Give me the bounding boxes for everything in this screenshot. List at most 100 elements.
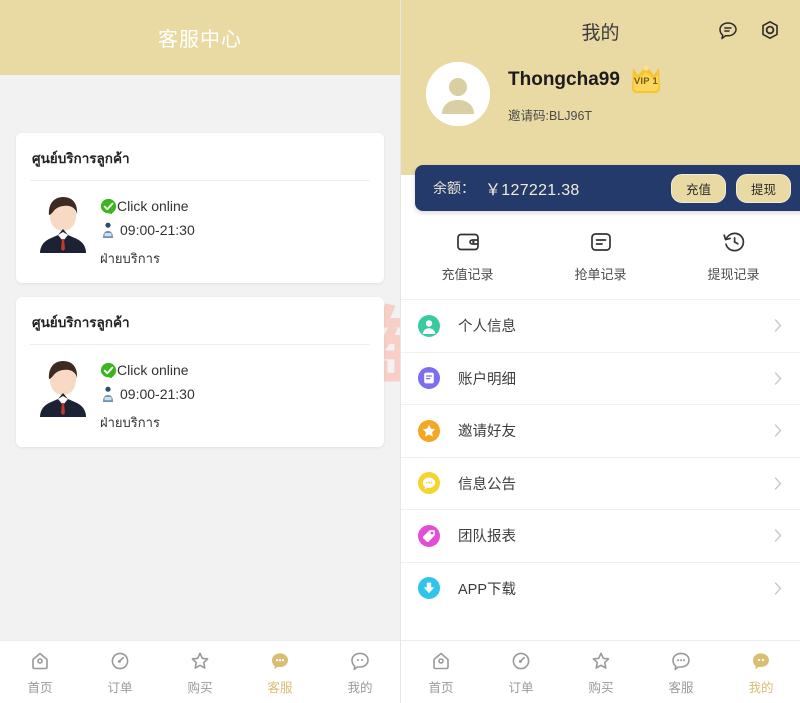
- tab-service[interactable]: 客服: [641, 641, 721, 703]
- service-card-body: Click online 09:00-21:30 ฝ่ายบริการ: [16, 181, 384, 269]
- message-bubble-icon[interactable]: [716, 19, 740, 43]
- clock-order-icon: [512, 652, 530, 669]
- shortcut-order-records[interactable]: 抢单记录: [534, 229, 667, 283]
- tab-label: 我的: [748, 680, 774, 695]
- tab-orders[interactable]: 订单: [80, 641, 160, 703]
- profile-header: 我的: [401, 0, 800, 62]
- online-status-row[interactable]: Click online: [100, 358, 195, 382]
- profile-chat-icon: [351, 652, 369, 670]
- username-row: Thongcha99 VIP 1: [508, 64, 665, 96]
- home-icon: [32, 652, 48, 669]
- tab-home[interactable]: 首页: [401, 641, 481, 703]
- green-check-icon: [100, 362, 117, 378]
- tab-label: 客服: [668, 680, 694, 695]
- star-icon: [191, 652, 209, 669]
- profile-panel: 我的 Thongcha99 VIP 1 邀请码:BLJ96T 余额： ￥1272…: [400, 0, 800, 703]
- menu-item-personal-info[interactable]: 个人信息: [401, 299, 800, 352]
- service-card-title: ศูนย์บริการลูกค้า: [32, 315, 130, 330]
- profile-chat-icon: [753, 652, 769, 669]
- menu-item-account-detail[interactable]: 账户明细: [401, 351, 800, 405]
- menu-item-announcement[interactable]: 信息公告: [401, 456, 800, 510]
- shortcut-withdraw-records[interactable]: 提现记录: [667, 229, 800, 283]
- chevron-right-icon: [774, 372, 782, 385]
- chevron-right-icon: [774, 424, 782, 437]
- home-icon: [433, 652, 449, 669]
- left-bottom-navigation: 首页 订单 购买 客服 我的: [0, 640, 400, 703]
- tab-label: 客服: [267, 680, 293, 695]
- clock-history-icon: [722, 232, 744, 252]
- support-agent-avatar: [32, 355, 94, 417]
- tab-label: 订单: [508, 680, 534, 695]
- header-actions: [716, 19, 782, 43]
- shortcut-label: 抢单记录: [574, 267, 627, 282]
- chevron-right-icon: [774, 319, 782, 332]
- online-label: Click online: [117, 362, 189, 378]
- tab-buy[interactable]: 购买: [160, 641, 240, 703]
- service-chat-icon: [272, 652, 288, 669]
- shortcut-label: 提现记录: [707, 267, 760, 282]
- customer-service-panel: 客服中心 一淘模版 ศูนย์บริการลูกค้า: [0, 0, 400, 703]
- tab-mine[interactable]: 我的: [721, 641, 800, 703]
- tab-buy[interactable]: 购买: [561, 641, 641, 703]
- profile-hero: 我的 Thongcha99 VIP 1 邀请码:BLJ96T: [401, 0, 800, 175]
- balance-actions: 充值 提现: [670, 173, 791, 203]
- tab-label: 订单: [107, 680, 133, 695]
- balance-label: 余额：: [433, 180, 475, 196]
- menu-item-label: APP下载: [458, 581, 517, 598]
- hours-row: 09:00-21:30: [100, 218, 195, 242]
- tab-mine[interactable]: 我的: [320, 641, 400, 703]
- service-hours: 09:00-21:30: [120, 386, 195, 402]
- page-title: 客服中心: [158, 29, 242, 51]
- online-label: Click online: [117, 198, 189, 214]
- avatar[interactable]: [426, 62, 490, 126]
- menu-item-label: 团队报表: [458, 529, 516, 546]
- tab-label: 我的: [347, 680, 373, 695]
- profile-menu-list: 个人信息 账户明细 邀请好友 信息公告 团队报表 APP下载: [401, 299, 800, 614]
- clock-order-icon: [111, 652, 129, 669]
- menu-item-label: 邀请好友: [458, 424, 516, 441]
- shortcut-label: 充值记录: [441, 267, 494, 282]
- service-chat-icon: [672, 652, 690, 670]
- service-card-info: Click online 09:00-21:30 ฝ่ายบริการ: [100, 355, 195, 433]
- menu-item-label: 账户明细: [458, 371, 516, 388]
- tab-orders[interactable]: 订单: [481, 641, 561, 703]
- right-bottom-navigation: 首页 订单 购买 客服 我的: [401, 640, 800, 703]
- tab-label: 购买: [187, 680, 213, 695]
- service-card-list: ศูนย์บริการลูกค้า Click online 09:00-21:…: [0, 133, 400, 447]
- service-card-info: Click online 09:00-21:30 ฝ่ายบริการ: [100, 191, 195, 269]
- user-summary[interactable]: Thongcha99 VIP 1 邀请码:BLJ96T: [401, 62, 800, 126]
- menu-item-label: 信息公告: [458, 476, 516, 493]
- department-label: ฝ่ายบริการ: [100, 251, 160, 266]
- user-text: Thongcha99 VIP 1 邀请码:BLJ96T: [508, 64, 665, 124]
- service-card[interactable]: ศูนย์บริการลูกค้า Click online 09:00-21:…: [16, 133, 384, 283]
- recharge-button[interactable]: 充值: [670, 173, 726, 203]
- balance-bar: 余额： ￥127221.38 充值 提现: [415, 165, 800, 211]
- person-circle-icon: [418, 314, 440, 337]
- tab-service[interactable]: 客服: [240, 641, 320, 703]
- service-card-title: ศูนย์บริการลูกค้า: [32, 151, 130, 166]
- star-circle-icon: [418, 419, 440, 442]
- settings-hex-icon[interactable]: [758, 19, 782, 43]
- announcement-icon: [418, 472, 440, 495]
- hours-row: 09:00-21:30: [100, 382, 195, 406]
- tab-label: 首页: [428, 680, 454, 695]
- online-status-row[interactable]: Click online: [100, 194, 195, 218]
- invite-code: 邀请码:BLJ96T: [508, 109, 593, 123]
- vip-level-label: VIP 1: [633, 76, 658, 87]
- star-icon: [592, 652, 610, 669]
- green-check-icon: [100, 198, 117, 214]
- chevron-right-icon: [774, 582, 782, 595]
- wallet-icon: [456, 233, 479, 251]
- withdraw-button[interactable]: 提现: [735, 173, 791, 203]
- service-card[interactable]: ศูนย์บริการลูกค้า Click online 09:00-21:…: [16, 297, 384, 447]
- service-card-body: Click online 09:00-21:30 ฝ่ายบริการ: [16, 345, 384, 433]
- menu-item-team-report[interactable]: 团队报表: [401, 509, 800, 562]
- menu-item-label: 个人信息: [458, 319, 516, 336]
- vip-badge: VIP 1: [627, 64, 665, 96]
- menu-item-invite-friends[interactable]: 邀请好友: [401, 404, 800, 457]
- support-agent-avatar: [32, 191, 94, 253]
- menu-item-app-download[interactable]: APP下载: [401, 561, 800, 615]
- service-hours: 09:00-21:30: [120, 222, 195, 238]
- shortcut-recharge-records[interactable]: 充值记录: [401, 229, 534, 283]
- tab-home[interactable]: 首页: [0, 641, 80, 703]
